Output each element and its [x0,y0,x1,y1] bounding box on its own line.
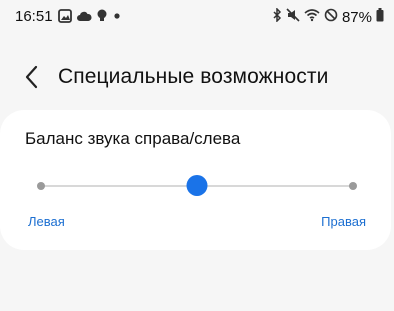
left-label: Левая [28,214,65,229]
back-button[interactable] [20,63,46,91]
status-left-icons [58,9,122,27]
bluetooth-icon [272,7,282,26]
no-disturb-icon [324,8,338,26]
battery-icon [376,8,384,26]
cloud-icon [76,9,92,27]
bulb-icon [96,9,108,27]
status-right-icons: 87% [272,7,384,26]
slider-thumb[interactable] [186,175,208,196]
wifi-icon [304,8,320,26]
image-icon [58,9,72,27]
chevron-left-icon [20,63,46,96]
status-bar: 16:51 87% [0,0,394,34]
page-title: Специальные возможности [58,65,329,88]
slider-right-end [349,182,357,190]
balance-card: Баланс звука справа/слева Левая Правая [0,110,391,250]
dot-icon [112,9,122,27]
battery-percent: 87% [341,8,372,26]
mute-icon [286,8,300,26]
status-time: 16:51 [15,8,53,25]
app-bar: Специальные возможности [0,55,394,100]
right-label: Правая [321,214,366,229]
slider-left-end [37,182,45,190]
balance-title: Баланс звука справа/слева [25,129,241,148]
balance-slider[interactable] [26,174,366,198]
